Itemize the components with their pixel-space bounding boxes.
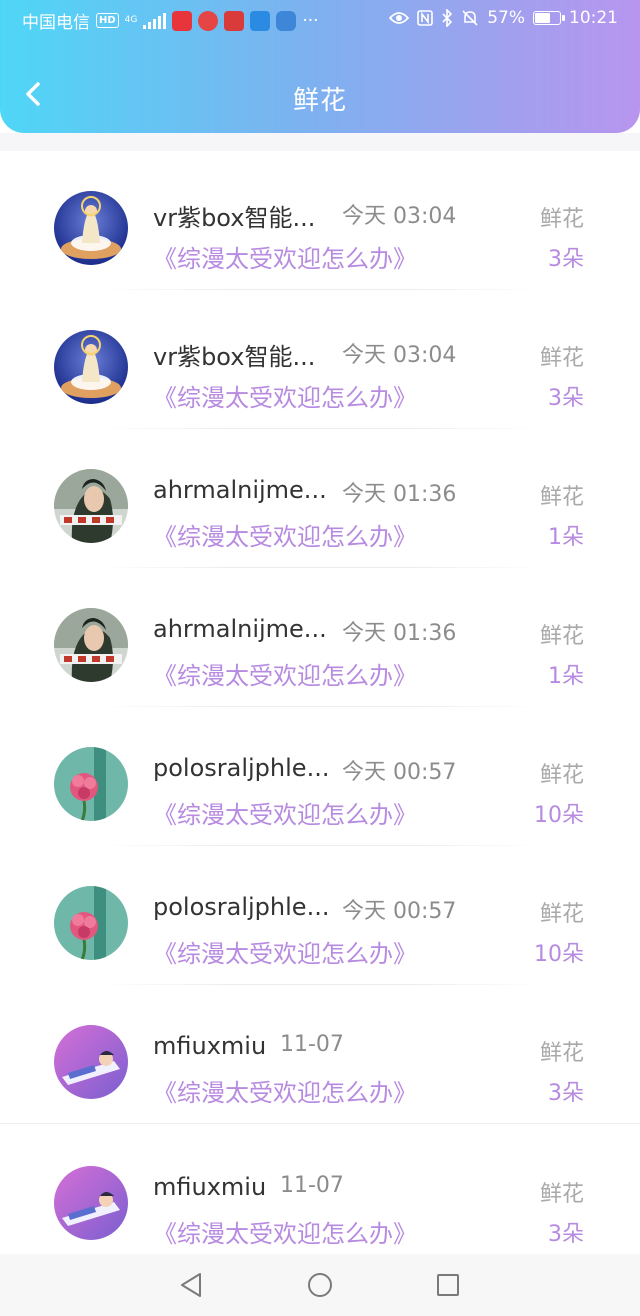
eye-icon xyxy=(389,12,410,24)
app-notification-icon xyxy=(172,10,193,31)
nav-back-button[interactable] xyxy=(176,1270,206,1300)
user-name: ahrmalnijme... xyxy=(153,476,327,504)
bluetooth-icon xyxy=(442,9,453,27)
square-recents-icon xyxy=(437,1274,459,1296)
avatar[interactable] xyxy=(54,747,128,821)
timestamp: 今天 03:04 xyxy=(342,204,457,229)
gift-type: 鲜花 xyxy=(539,902,584,927)
gift-count: 10朵 xyxy=(534,803,584,828)
book-title: 《综漫太受欢迎怎么办》 xyxy=(153,940,417,968)
timestamp: 今天 01:36 xyxy=(342,621,457,646)
user-name: vr紫box智能... xyxy=(153,204,316,232)
app-notification-icon xyxy=(276,10,297,31)
book-title: 《综漫太受欢迎怎么办》 xyxy=(153,1079,417,1107)
list-item[interactable]: mfiuxmiu 11-07 《综漫太受欢迎怎么办》 鲜花 3朵 xyxy=(0,985,640,1124)
battery-icon xyxy=(533,11,565,25)
user-name: polosraljphle... xyxy=(153,893,330,921)
app-notification-icon xyxy=(250,10,271,31)
header-spacer xyxy=(0,133,640,151)
gift-type: 鲜花 xyxy=(539,346,584,371)
timestamp: 11-07 xyxy=(280,1032,344,1057)
book-title: 《综漫太受欢迎怎么办》 xyxy=(153,1220,417,1248)
gift-type: 鲜花 xyxy=(539,485,584,510)
avatar[interactable] xyxy=(54,886,128,960)
timestamp: 11-07 xyxy=(280,1173,344,1198)
gift-count: 3朵 xyxy=(548,1222,584,1247)
timestamp: 今天 00:57 xyxy=(342,760,457,785)
book-title: 《综漫太受欢迎怎么办》 xyxy=(153,384,417,412)
book-title: 《综漫太受欢迎怎么办》 xyxy=(153,245,417,273)
user-name: polosraljphle... xyxy=(153,754,330,782)
gift-count: 3朵 xyxy=(548,386,584,411)
list-item[interactable]: vr紫box智能... 今天 03:04 《综漫太受欢迎怎么办》 鲜花 3朵 xyxy=(0,151,640,290)
flower-record-list[interactable]: vr紫box智能... 今天 03:04 《综漫太受欢迎怎么办》 鲜花 3朵 v… xyxy=(0,151,640,1254)
status-bar: 中国电信 HD 4G ··· 57% 10:21 xyxy=(0,0,640,38)
user-name: ahrmalnijme... xyxy=(153,615,327,643)
network-label: 4G xyxy=(124,15,138,25)
gift-count: 3朵 xyxy=(548,1081,584,1106)
triangle-back-icon xyxy=(181,1273,201,1297)
timestamp: 今天 03:04 xyxy=(342,343,457,368)
more-notifications-icon: ··· xyxy=(302,10,319,31)
book-title: 《综漫太受欢迎怎么办》 xyxy=(153,523,417,551)
avatar[interactable] xyxy=(54,330,128,404)
list-item[interactable]: mfiuxmiu 11-07 《综漫太受欢迎怎么办》 鲜花 3朵 xyxy=(0,1126,640,1254)
gift-type: 鲜花 xyxy=(539,624,584,649)
list-item[interactable]: ahrmalnijme... 今天 01:36 《综漫太受欢迎怎么办》 鲜花 1… xyxy=(0,429,640,568)
app-notification-icon xyxy=(198,10,219,31)
system-nav-bar xyxy=(0,1254,640,1316)
gift-count: 1朵 xyxy=(548,664,584,689)
avatar[interactable] xyxy=(54,1025,128,1099)
avatar[interactable] xyxy=(54,191,128,265)
timestamp: 今天 01:36 xyxy=(342,482,457,507)
battery-percent: 57% xyxy=(487,8,525,28)
carrier-label: 中国电信 xyxy=(22,13,90,33)
header-bar: 中国电信 HD 4G ··· 57% 10:21 鲜花 xyxy=(0,0,640,133)
gift-type: 鲜花 xyxy=(539,207,584,232)
user-name: mfiuxmiu xyxy=(153,1032,267,1060)
gift-count: 1朵 xyxy=(548,525,584,550)
nav-recents-button[interactable] xyxy=(433,1270,463,1300)
hd-icon: HD xyxy=(96,13,119,28)
clock: 10:21 xyxy=(569,8,618,28)
app-notification-icon xyxy=(224,10,245,31)
nav-home-button[interactable] xyxy=(305,1270,335,1300)
avatar[interactable] xyxy=(54,1166,128,1240)
divider xyxy=(0,1123,640,1124)
list-item[interactable]: polosraljphle... 今天 00:57 《综漫太受欢迎怎么办》 鲜花… xyxy=(0,707,640,846)
user-name: vr紫box智能... xyxy=(153,343,316,371)
list-item[interactable]: vr紫box智能... 今天 03:04 《综漫太受欢迎怎么办》 鲜花 3朵 xyxy=(0,290,640,429)
list-item[interactable]: polosraljphle... 今天 00:57 《综漫太受欢迎怎么办》 鲜花… xyxy=(0,846,640,985)
mute-icon xyxy=(462,10,478,26)
gift-count: 10朵 xyxy=(534,942,584,967)
book-title: 《综漫太受欢迎怎么办》 xyxy=(153,662,417,690)
gift-type: 鲜花 xyxy=(539,1182,584,1207)
gift-type: 鲜花 xyxy=(539,763,584,788)
user-name: mfiuxmiu xyxy=(153,1173,267,1201)
circle-home-icon xyxy=(308,1273,332,1297)
gift-count: 3朵 xyxy=(548,247,584,272)
book-title: 《综漫太受欢迎怎么办》 xyxy=(153,801,417,829)
avatar[interactable] xyxy=(54,608,128,682)
signal-icon xyxy=(143,12,167,29)
nfc-icon xyxy=(417,10,434,26)
avatar[interactable] xyxy=(54,469,128,543)
timestamp: 今天 00:57 xyxy=(342,899,457,924)
gift-type: 鲜花 xyxy=(539,1041,584,1066)
list-item[interactable]: ahrmalnijme... 今天 01:36 《综漫太受欢迎怎么办》 鲜花 1… xyxy=(0,568,640,707)
page-title: 鲜花 xyxy=(292,86,347,116)
